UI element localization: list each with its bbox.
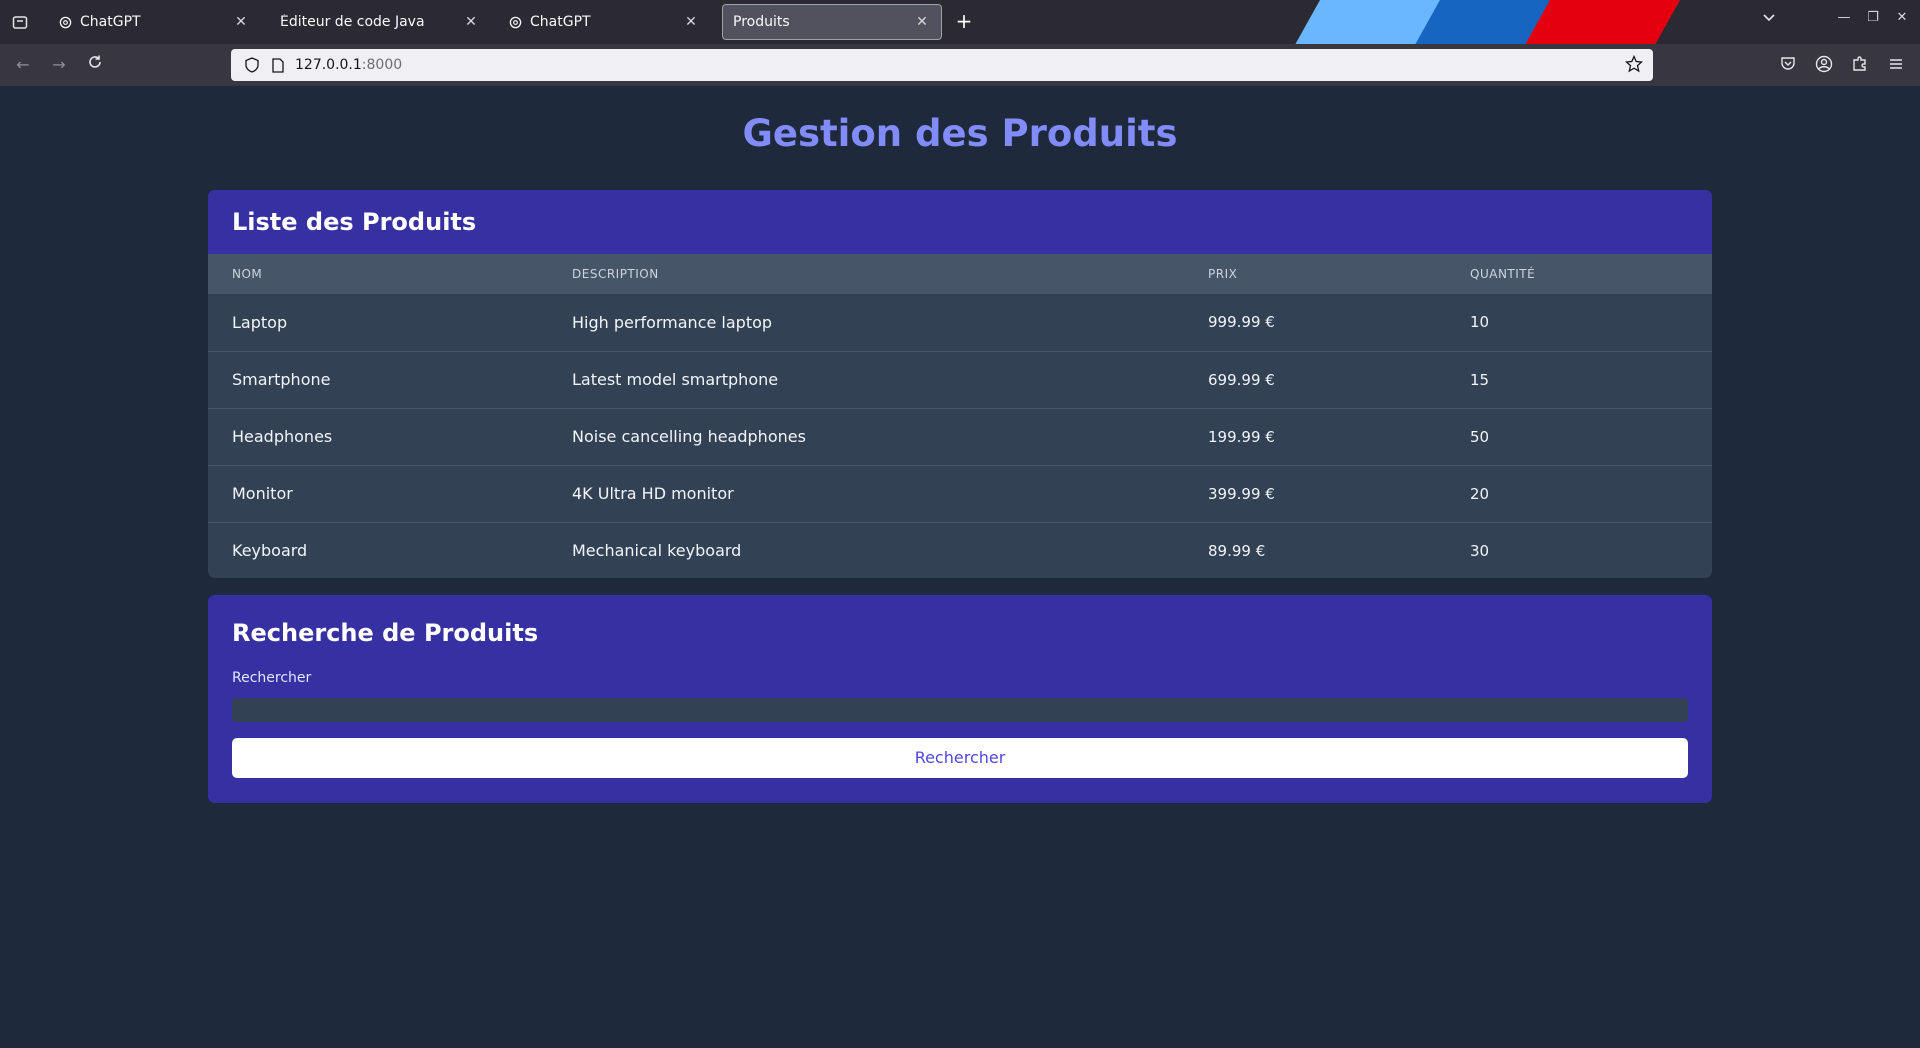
tab-java-editor[interactable]: Éditeur de code Java ✕ [270,4,490,40]
close-window-icon[interactable]: ✕ [1890,10,1914,25]
tab-title: ChatGPT [530,14,591,30]
table-header-row: NOM DESCRIPTION PRIX QUANTITÉ [208,254,1712,294]
new-tab-plus-icon[interactable]: + [952,10,976,34]
tab-chatgpt-1[interactable]: ChatGPT ✕ [48,4,260,40]
restore-icon[interactable]: ❐ [1861,10,1885,25]
product-search-card: Recherche de Produits Rechercher Recherc… [208,595,1712,803]
tab-chatgpt-2[interactable]: ChatGPT ✕ [498,4,710,40]
search-button[interactable]: Rechercher [232,738,1688,778]
close-icon[interactable]: ✕ [462,14,480,30]
product-name: Headphones [232,427,333,446]
tab-title: Produits [733,14,790,30]
product-quantity: 30 [1470,541,1490,560]
close-icon[interactable]: ✕ [232,14,250,30]
close-icon[interactable]: ✕ [682,14,700,30]
tab-list-icon[interactable] [8,10,32,34]
product-name: Smartphone [232,370,331,389]
account-icon[interactable] [1815,55,1835,75]
close-icon[interactable]: ✕ [913,14,931,30]
column-header-quantite: QUANTITÉ [1470,267,1536,281]
product-price: 699.99 € [1208,370,1275,389]
chatgpt-favicon-icon [508,15,522,29]
table-row: Monitor 4K Ultra HD monitor 399.99 € 20 [208,465,1712,522]
product-name: Keyboard [232,541,308,561]
product-quantity: 10 [1470,313,1490,332]
table-row: Laptop High performance laptop 999.99 € … [208,294,1712,351]
column-header-nom: NOM [232,267,263,281]
product-quantity: 20 [1470,484,1490,503]
list-all-tabs-chevron-icon[interactable] [1757,10,1781,28]
search-input[interactable] [232,698,1688,722]
product-name: Monitor [232,484,293,503]
minimize-icon[interactable]: — [1832,10,1856,25]
product-description: High performance laptop [572,312,773,332]
reload-icon[interactable] [84,54,106,76]
product-list-header: Liste des Produits [208,190,1712,254]
column-header-description: DESCRIPTION [572,267,659,281]
shield-icon[interactable] [243,56,261,74]
back-arrow-icon[interactable]: ← [12,54,34,76]
product-price: 399.99 € [1208,484,1275,503]
table-row: Smartphone Latest model smartphone 699.9… [208,351,1712,408]
product-price: 999.99 € [1208,313,1275,332]
browser-tab-bar: ChatGPT ✕ Éditeur de code Java ✕ ChatGPT… [0,0,1920,44]
menu-hamburger-icon[interactable] [1887,55,1907,75]
theme-stripes-decoration [1295,0,1680,44]
url-port: :8000 [361,57,403,73]
product-name: Laptop [232,312,288,332]
extensions-puzzle-icon[interactable] [1851,55,1871,75]
search-label: Rechercher [232,670,312,686]
product-description: 4K Ultra HD monitor [572,484,734,503]
product-quantity: 15 [1470,370,1490,389]
tab-produits[interactable]: Produits ✕ [722,4,942,40]
tab-title: Éditeur de code Java [280,14,425,30]
search-section-title: Recherche de Produits [232,619,539,647]
bookmark-star-icon[interactable] [1624,54,1645,75]
product-description: Latest model smartphone [572,370,779,389]
product-price: 89.99 € [1208,541,1266,560]
chatgpt-favicon-icon [58,15,72,29]
url-host: 127.0.0.1 [295,57,362,73]
product-quantity: 50 [1470,427,1490,446]
products-table: NOM DESCRIPTION PRIX QUANTITÉ Laptop Hig… [208,254,1712,578]
table-row: Keyboard Mechanical keyboard 89.99 € 30 [208,522,1712,578]
table-row: Headphones Noise cancelling headphones 1… [208,408,1712,465]
product-price: 199.99 € [1208,427,1275,446]
page-title: Gestion des Produits [742,112,1178,155]
pocket-icon[interactable] [1779,55,1799,75]
address-bar[interactable]: 127.0.0.1:8000 [231,49,1653,81]
tab-title: ChatGPT [80,14,141,30]
browser-nav-bar: ← → 127.0.0.1:8000 [0,44,1920,86]
forward-arrow-icon[interactable]: → [48,54,70,76]
page-info-icon[interactable] [269,56,287,74]
product-list-title: Liste des Produits [232,208,477,236]
product-list-card: Liste des Produits NOM DESCRIPTION PRIX … [208,190,1712,578]
product-description: Noise cancelling headphones [572,427,806,446]
column-header-prix: PRIX [1208,267,1238,281]
product-description: Mechanical keyboard [572,541,742,561]
